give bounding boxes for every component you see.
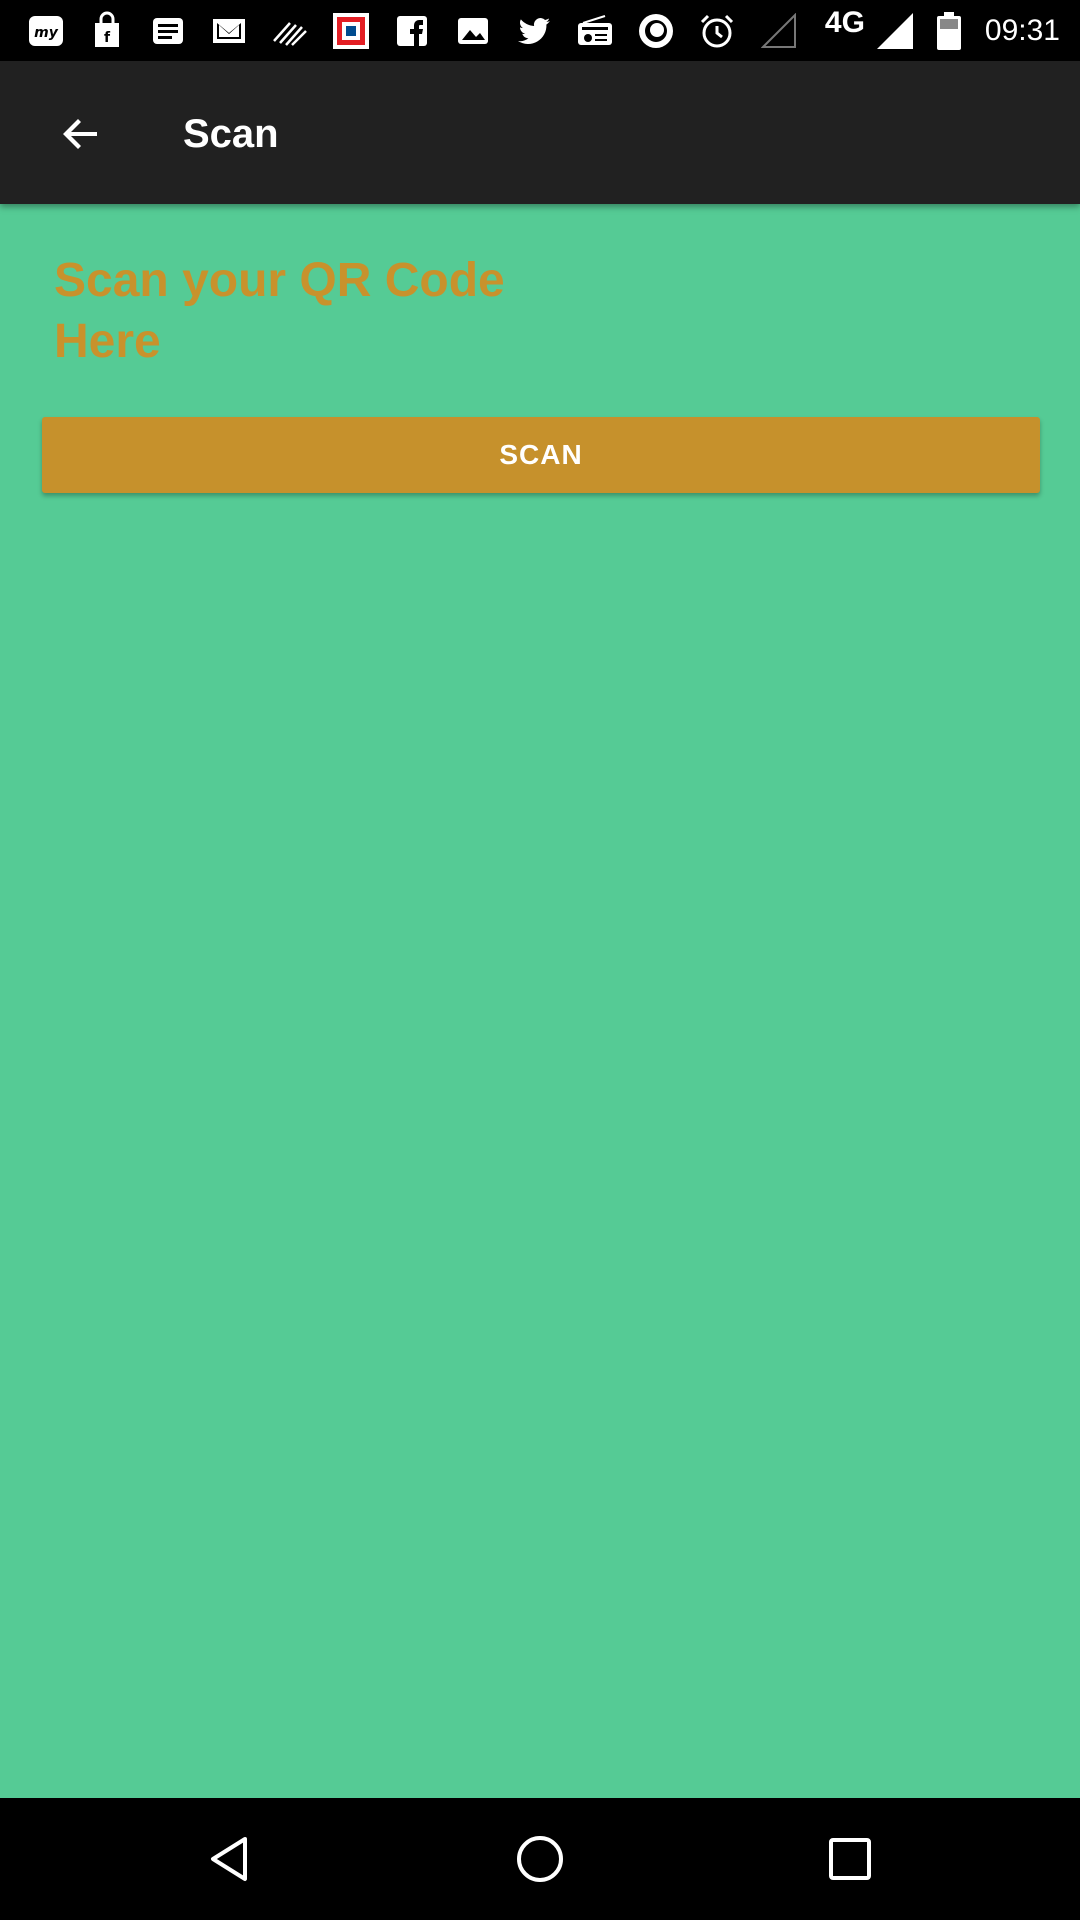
stripes-icon [268,9,312,53]
alarm-icon [695,9,739,53]
status-time: 09:31 [984,13,1060,47]
nav-back-icon [211,1837,247,1881]
signal-icon [876,12,913,49]
nav-home-button[interactable] [510,1829,570,1889]
scan-button[interactable]: SCAN [42,417,1040,493]
nav-home-icon [517,1836,563,1882]
network-type: 4G [824,5,865,39]
gmail-icon [207,9,251,53]
svg-text:my: my [34,25,59,41]
app-bar: Scan [0,61,1080,204]
main-content: Scan your QR Code Here SCAN [0,204,1080,1798]
circle-app-icon [634,9,678,53]
nav-recents-button[interactable] [820,1829,880,1889]
nav-recents-icon [829,1838,871,1880]
status-indicators: 4G 09:31 [760,0,1060,61]
no-signal-icon [760,12,796,48]
twitter-icon [512,9,556,53]
navigation-bar [0,1798,1080,1920]
myntra-icon: my [24,9,68,53]
shopping-bag-icon: f [85,9,129,53]
facebook-icon [390,9,434,53]
page-title: Scan [183,112,279,156]
scan-heading: Scan your QR Code Here [54,254,505,368]
battery-icon [936,11,961,50]
news-icon [146,9,190,53]
notification-icons: my f [24,8,756,54]
hdfc-icon [329,9,373,53]
svg-text:f: f [104,30,111,46]
gallery-icon [451,9,495,53]
status-bar: my f 4G 09:31 [0,0,1080,61]
arrow-back-icon [63,119,97,149]
radio-icon [573,9,617,53]
nav-back-button[interactable] [200,1829,260,1889]
back-button[interactable] [50,103,112,165]
